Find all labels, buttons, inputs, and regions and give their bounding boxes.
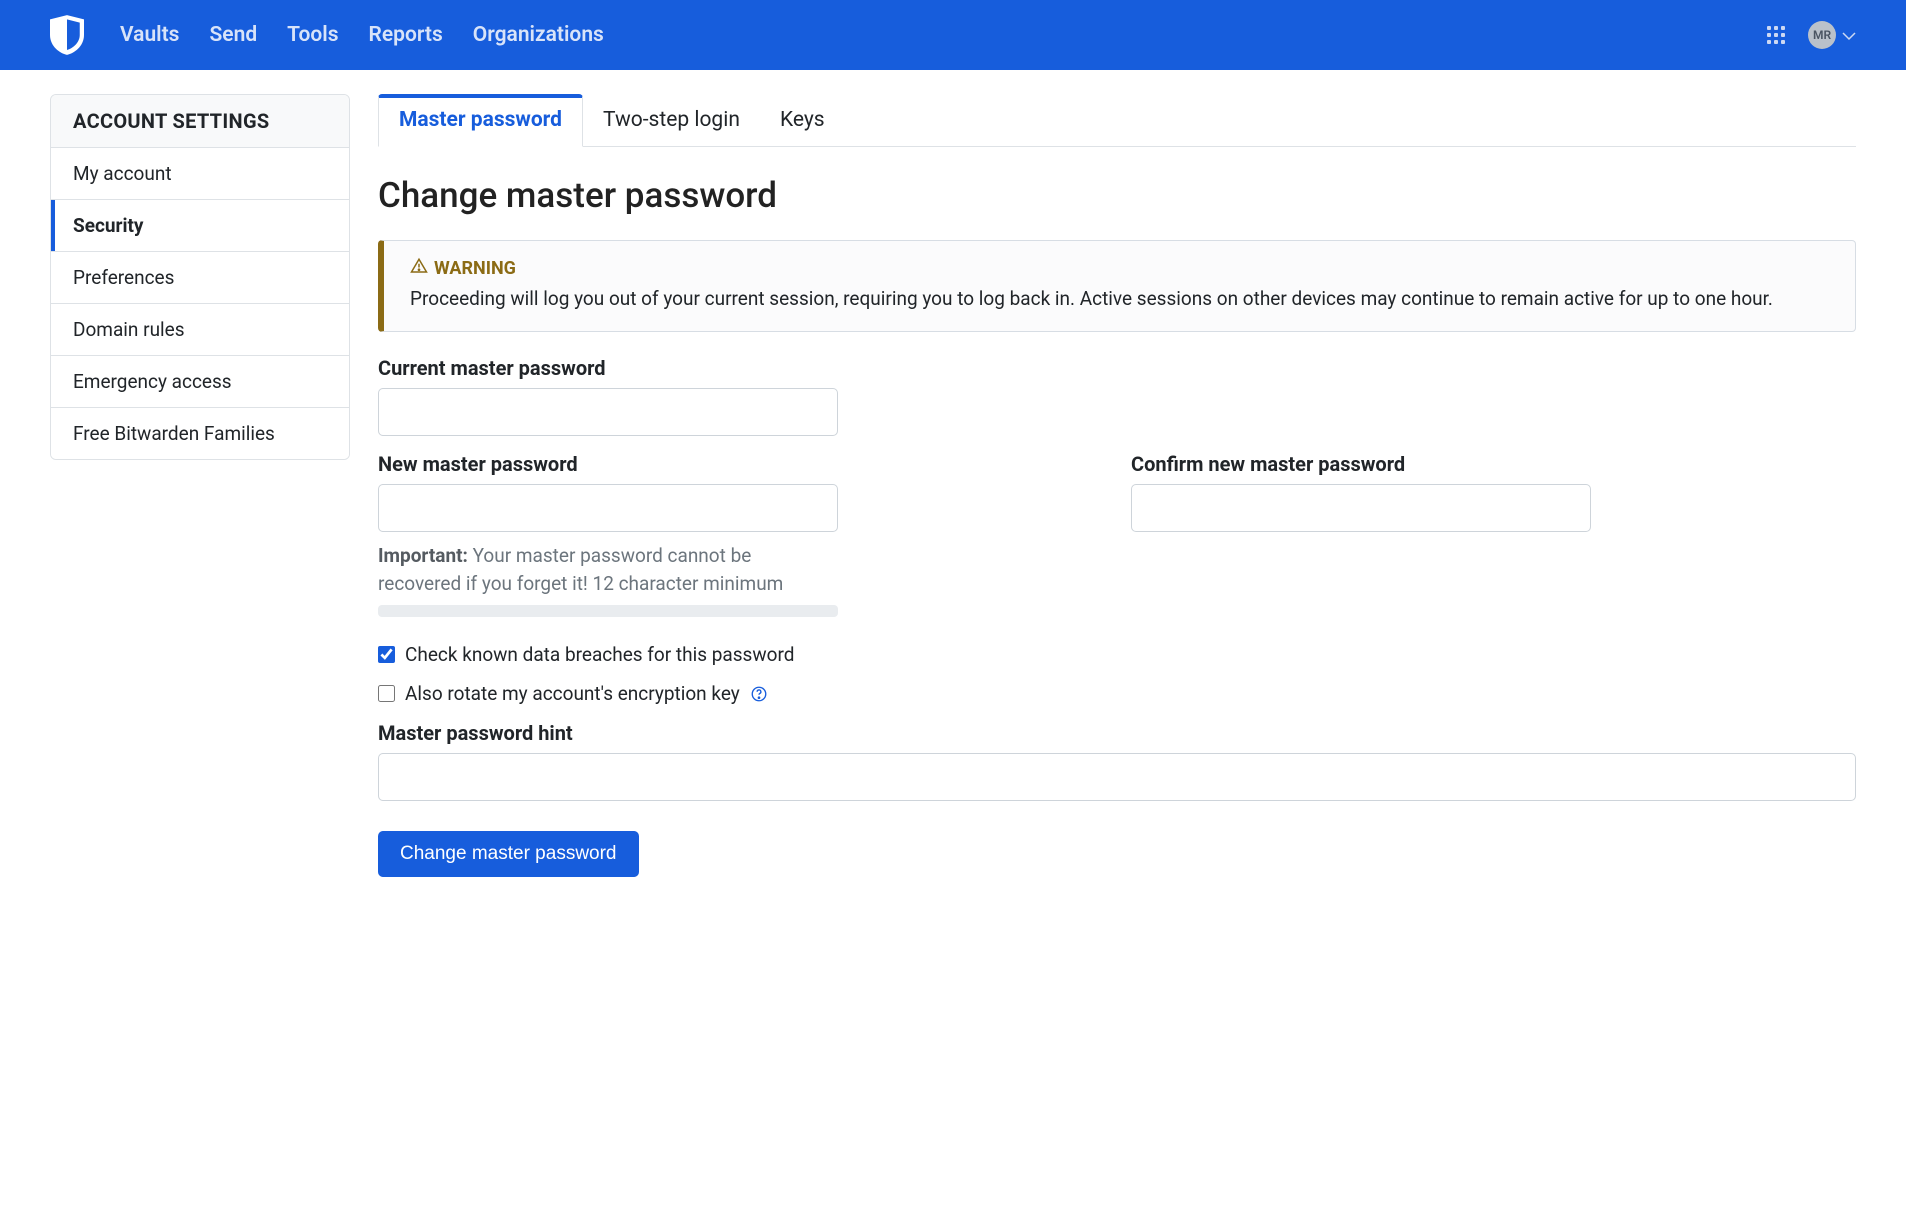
check-breaches-label: Check known data breaches for this passw… [405, 643, 794, 666]
sidebar-item-emergency-access[interactable]: Emergency access [51, 356, 349, 408]
tab-master-password[interactable]: Master password [378, 94, 583, 147]
app-logo-icon[interactable] [50, 15, 84, 55]
tabs: Master password Two-step login Keys [378, 94, 1856, 147]
current-password-input[interactable] [378, 388, 838, 436]
apps-grid-icon[interactable] [1766, 25, 1786, 45]
hint-important-label: Important: [378, 544, 468, 567]
warning-title: WARNING [434, 258, 516, 279]
avatar: MR [1808, 21, 1836, 49]
warning-triangle-icon [410, 257, 428, 280]
password-strength-meter [378, 605, 838, 617]
sidebar-item-free-families[interactable]: Free Bitwarden Families [51, 408, 349, 459]
top-navbar: Vaults Send Tools Reports Organizations … [0, 0, 1906, 70]
password-hint-label: Master password hint [378, 721, 1856, 745]
chevron-down-icon [1842, 24, 1856, 47]
sidebar-item-domain-rules[interactable]: Domain rules [51, 304, 349, 356]
nav-link-vaults[interactable]: Vaults [120, 23, 179, 47]
change-master-password-button[interactable]: Change master password [378, 831, 639, 877]
nav-link-organizations[interactable]: Organizations [473, 23, 604, 47]
nav-link-send[interactable]: Send [209, 23, 257, 47]
account-menu[interactable]: MR [1808, 21, 1856, 49]
tab-two-step-login[interactable]: Two-step login [583, 94, 760, 146]
new-password-hint: Important: Your master password cannot b… [378, 542, 788, 597]
sidebar-item-my-account[interactable]: My account [51, 148, 349, 200]
rotate-key-checkbox[interactable] [378, 685, 395, 702]
check-breaches-checkbox[interactable] [378, 646, 395, 663]
confirm-password-label: Confirm new master password [1131, 452, 1856, 476]
sidebar: ACCOUNT SETTINGS My account Security Pre… [50, 94, 350, 877]
sidebar-item-security[interactable]: Security [51, 200, 349, 252]
nav-link-reports[interactable]: Reports [369, 23, 443, 47]
page-title: Change master password [378, 175, 1856, 216]
sidebar-item-preferences[interactable]: Preferences [51, 252, 349, 304]
sidebar-header: ACCOUNT SETTINGS [51, 95, 349, 148]
current-password-label: Current master password [378, 356, 1856, 380]
password-hint-input[interactable] [378, 753, 1856, 801]
new-password-label: New master password [378, 452, 1103, 476]
warning-callout: WARNING Proceeding will log you out of y… [378, 240, 1856, 332]
nav-link-tools[interactable]: Tools [287, 23, 338, 47]
main-content: Master password Two-step login Keys Chan… [378, 94, 1856, 877]
help-circle-icon[interactable] [750, 685, 768, 703]
new-password-input[interactable] [378, 484, 838, 532]
confirm-password-input[interactable] [1131, 484, 1591, 532]
rotate-key-label: Also rotate my account's encryption key [405, 682, 740, 705]
nav-right: MR [1766, 21, 1856, 49]
warning-body: Proceeding will log you out of your curr… [410, 286, 1833, 313]
nav-links: Vaults Send Tools Reports Organizations [120, 23, 1766, 47]
tab-keys[interactable]: Keys [760, 94, 845, 146]
